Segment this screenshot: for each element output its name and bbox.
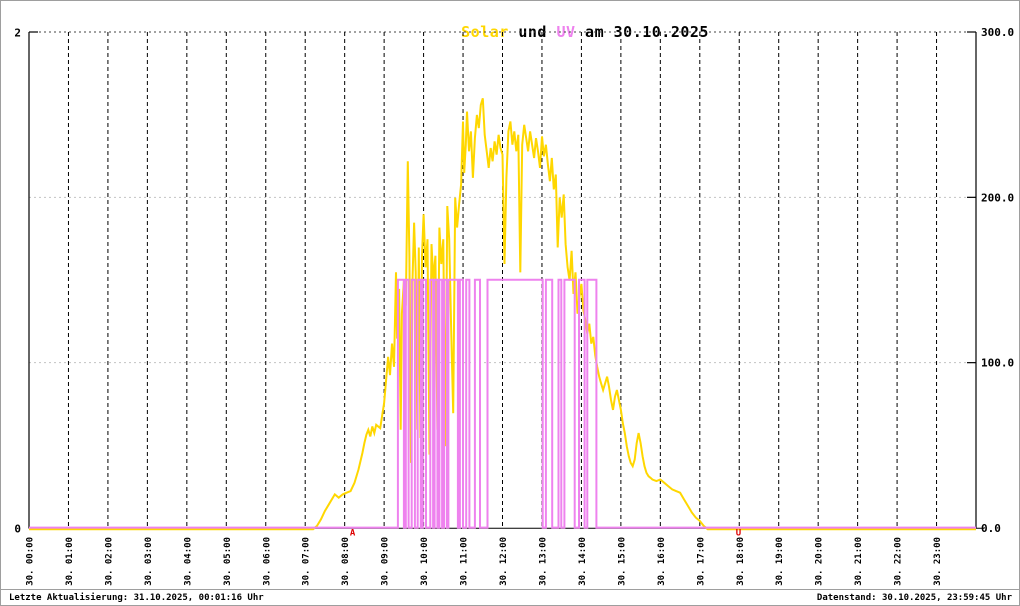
status-bar: Letzte Aktualisierung: 31.10.2025, 00:01… — [1, 589, 1019, 605]
x-tick-label-23: 30. 23:00 — [933, 537, 943, 586]
x-tick-label-7: 30. 07:00 — [302, 537, 312, 586]
x-tick-label-1: 30. 01:00 — [65, 537, 75, 586]
x-tick-label-11: 30. 11:00 — [460, 537, 470, 586]
data-state-text: Datenstand: 30.10.2025, 23:59:45 Uhr — [816, 593, 1012, 603]
x-tick-label-8: 30. 08:00 — [341, 537, 351, 586]
x-tick-label-13: 30. 13:00 — [538, 537, 548, 586]
x-tick-label-16: 30. 16:00 — [657, 537, 667, 586]
chart-canvas: A U20300.0200.0100.00.030. 00:00 30. 01:00… — [14, 26, 1014, 586]
y-right-label-300.0: 300.0 — [981, 26, 1014, 39]
y-right-label-200.0: 200.0 — [981, 191, 1014, 204]
chart-window: Solar und UV am 30.10.2025 A U 2 0 300.0 200.… — [0, 0, 1020, 606]
x-tick-label-17: 30. 17:00 — [696, 537, 706, 586]
x-tick-label-0: 30. 00:00 — [26, 537, 36, 586]
x-tick-label-21: 30. 21:00 — [854, 537, 864, 586]
x-tick-label-3: 30. 03:00 — [144, 537, 154, 586]
x-tick-label-14: 30. 14:00 — [578, 537, 588, 586]
x-tick-label-2: 30. 02:00 — [104, 537, 114, 586]
x-tick-label-19: 30. 19:00 — [775, 537, 785, 586]
x-tick-label-9: 30. 09:00 — [381, 537, 391, 586]
x-tick-label-12: 30. 12:00 — [499, 537, 509, 586]
x-tick-label-18: 30. 18:00 — [736, 537, 746, 586]
x-tick-label-20: 30. 20:00 — [815, 537, 825, 586]
x-tick-label-6: 30. 06:00 — [262, 537, 272, 586]
y-right-label-0.0: 0.0 — [981, 522, 1001, 535]
x-tick-label-10: 30. 10:00 — [420, 537, 430, 586]
y-right-label-100.0: 100.0 — [981, 357, 1014, 370]
x-tick-label-5: 30. 05:00 — [223, 537, 233, 586]
last-update-text: Letzte Aktualisierung: 31.10.2025, 00:01… — [9, 593, 264, 603]
y-left-label-bottom: 0 — [14, 523, 21, 536]
y-left-label-top: 2 — [14, 27, 21, 40]
x-tick-label-22: 30. 22:00 — [894, 537, 904, 586]
sunset-marker: U — [736, 529, 741, 539]
x-tick-label-4: 30. 04:00 — [183, 537, 193, 586]
x-tick-label-15: 30. 15:00 — [617, 537, 627, 586]
